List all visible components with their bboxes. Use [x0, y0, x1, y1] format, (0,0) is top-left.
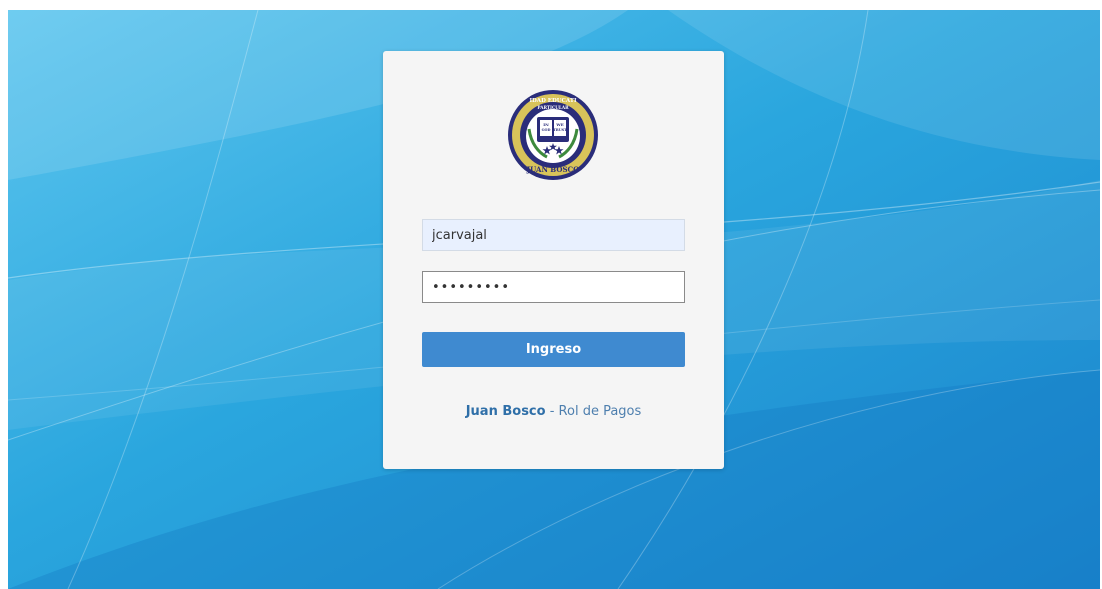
logo-top-text: IDAD EDUCATI: [529, 98, 576, 104]
school-crest-logo: IN GOD WE TRUST IDAD EDUCATI PARTICULAR …: [508, 90, 598, 180]
login-card: IN GOD WE TRUST IDAD EDUCATI PARTICULAR …: [383, 51, 724, 469]
logo-text-god: GOD: [542, 128, 551, 132]
brand-link[interactable]: Juan Bosco: [466, 404, 546, 419]
footer-credit: Juan Bosco - Rol de Pagos: [383, 404, 724, 419]
logo-text-we: WE: [555, 122, 564, 127]
logo-bottom-text: JUAN BOSCO: [526, 165, 579, 174]
logo-sub-text: PARTICULAR: [537, 105, 569, 110]
username-input[interactable]: [422, 219, 685, 251]
logo-text-in: IN: [543, 122, 549, 127]
footer-separator: -: [545, 404, 559, 419]
footer-tagline: Rol de Pagos: [558, 404, 642, 419]
desktop-background: IN GOD WE TRUST IDAD EDUCATI PARTICULAR …: [8, 10, 1100, 589]
password-input[interactable]: [422, 271, 685, 303]
login-button[interactable]: Ingreso: [422, 332, 685, 367]
logo-text-trust: TRUST: [553, 128, 567, 132]
